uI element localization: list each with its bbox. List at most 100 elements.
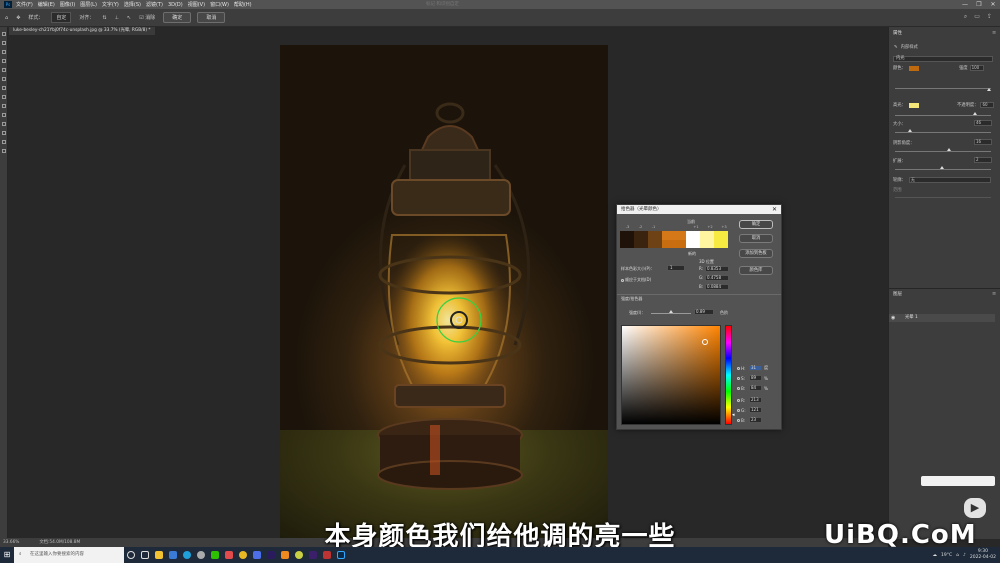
lasso-tool-icon[interactable]: [2, 50, 6, 54]
strength-slider[interactable]: [895, 88, 991, 89]
app-icon-a[interactable]: [222, 547, 236, 563]
weather-icon[interactable]: ☁: [932, 553, 937, 558]
red-radio[interactable]: [737, 398, 740, 402]
layers-menu-icon[interactable]: ≡: [992, 291, 996, 297]
network-icon[interactable]: ⌂: [956, 553, 959, 558]
xyz-r-field[interactable]: 0.8353: [705, 266, 729, 272]
app-icon-c[interactable]: [278, 547, 292, 563]
blue-radio[interactable]: [737, 418, 740, 422]
eye-icon[interactable]: ◉: [891, 314, 895, 322]
antialias-checkbox[interactable]: ☑ 消除: [139, 14, 155, 21]
strength-field[interactable]: 100: [969, 65, 984, 71]
xyz-b-field[interactable]: 0.0884: [705, 284, 729, 290]
clock[interactable]: 9:30 2022-04-02: [970, 549, 996, 561]
home-icon[interactable]: ⌂: [5, 15, 8, 21]
brightness-radio[interactable]: [737, 386, 740, 390]
eraser-tool-icon[interactable]: [2, 95, 6, 99]
swatch-darker-3[interactable]: [620, 231, 634, 248]
pen-tool-icon[interactable]: [2, 113, 6, 117]
hue-slider-knob[interactable]: ◂: [732, 413, 735, 418]
menu-select[interactable]: 选择(S): [124, 1, 141, 8]
hue-slider[interactable]: [725, 325, 732, 425]
fit-document-row[interactable]: 顺应于文档(D): [621, 277, 651, 283]
light-opacity-field[interactable]: 60: [980, 102, 995, 108]
menu-type[interactable]: 文字(Y): [102, 1, 119, 8]
confirm-button[interactable]: 确定: [163, 12, 192, 23]
spread-field[interactable]: 2: [974, 157, 992, 163]
menu-3d[interactable]: 3D(D): [168, 2, 183, 8]
menu-help[interactable]: 帮助(H): [234, 1, 252, 8]
after-effects-icon[interactable]: [264, 547, 278, 563]
swatch-darker-1[interactable]: [648, 231, 662, 248]
intensity-slider[interactable]: [651, 313, 691, 314]
size-slider-knob[interactable]: [908, 129, 912, 132]
settings-icon[interactable]: [194, 547, 208, 563]
share-icon[interactable]: ⇪: [987, 13, 992, 21]
wechat-icon[interactable]: [208, 547, 222, 563]
move-tool-icon[interactable]: [2, 32, 6, 36]
intensity-knob[interactable]: [669, 310, 673, 313]
spread-slider-knob[interactable]: [940, 166, 944, 169]
strength-slider-knob[interactable]: [987, 88, 991, 91]
dialog-cancel-button[interactable]: 取消: [739, 234, 773, 243]
swatch-lighter-1[interactable]: [686, 231, 700, 248]
sample-size-select[interactable]: 1: [667, 265, 685, 271]
swatch-lighter-2[interactable]: [700, 231, 714, 248]
color-swatch[interactable]: [908, 65, 919, 71]
size-field[interactable]: 46: [974, 120, 992, 126]
light-opacity-knob[interactable]: [973, 112, 977, 115]
shape-tool-icon[interactable]: [2, 131, 6, 135]
fit-document-checkbox[interactable]: [621, 278, 624, 282]
workspace-icon[interactable]: ▭: [974, 13, 980, 21]
menu-view[interactable]: 视图(V): [188, 1, 205, 8]
menu-image[interactable]: 图像(I): [60, 1, 75, 8]
red-field[interactable]: 213: [749, 397, 762, 403]
cancel-button[interactable]: 取消: [197, 12, 226, 23]
light-opacity-slider[interactable]: [895, 115, 991, 116]
panel-menu-icon[interactable]: ≡: [992, 30, 996, 36]
stamp-tool-icon[interactable]: [2, 86, 6, 90]
windows-start-icon[interactable]: ⊞: [0, 547, 14, 563]
menu-filter[interactable]: 滤镜(T): [146, 1, 163, 8]
gradient-tool-icon[interactable]: [2, 104, 6, 108]
edge-icon[interactable]: [180, 547, 194, 563]
hue-radio[interactable]: [737, 366, 740, 370]
brush-tool-icon[interactable]: [2, 77, 6, 81]
text-tool-icon[interactable]: [2, 122, 6, 126]
menu-window[interactable]: 窗口(W): [210, 1, 229, 8]
close-icon[interactable]: ✕: [986, 0, 1000, 9]
pin-icon[interactable]: ⊥: [115, 15, 119, 21]
app-icon-b[interactable]: [250, 547, 264, 563]
ime-toolbar[interactable]: [921, 476, 995, 486]
menu-layer[interactable]: 图层(L): [80, 1, 97, 8]
maximize-icon[interactable]: ❐: [972, 0, 986, 9]
green-field[interactable]: 121: [749, 407, 762, 413]
app-icon-e[interactable]: [320, 547, 334, 563]
saturation-field[interactable]: 89: [749, 375, 762, 381]
align-icon[interactable]: ⇅: [102, 15, 106, 21]
media-encoder-icon[interactable]: [306, 547, 320, 563]
search-icon[interactable]: ⌕: [964, 13, 967, 21]
color-libraries-button[interactable]: 颜色库: [739, 266, 773, 275]
marquee-tool-icon[interactable]: [2, 41, 6, 45]
hand-tool-icon[interactable]: [2, 140, 6, 144]
ok-button[interactable]: 确定: [739, 220, 773, 229]
intensity-field[interactable]: 0.89: [694, 309, 714, 315]
volume-icon[interactable]: ♪: [963, 553, 966, 558]
minimize-icon[interactable]: —: [958, 0, 972, 9]
arrow-icon[interactable]: ↖: [127, 15, 131, 21]
shadow-slider-knob[interactable]: [947, 148, 951, 151]
menu-file[interactable]: 文件(F): [16, 1, 33, 8]
mode-select[interactable]: 自定: [51, 12, 72, 23]
widgets-icon[interactable]: [138, 547, 152, 563]
brightness-field[interactable]: 84: [749, 385, 762, 391]
blue-field[interactable]: 23: [749, 417, 762, 423]
zoom-tool-icon[interactable]: [2, 149, 6, 153]
hue-field[interactable]: 31: [749, 365, 762, 371]
task-view-icon[interactable]: [124, 547, 138, 563]
properties-tab[interactable]: ✎ 内部样式: [894, 44, 918, 51]
video-play-icon[interactable]: ▶: [964, 498, 986, 518]
app-icon-d[interactable]: [292, 547, 306, 563]
explorer-icon[interactable]: [152, 547, 166, 563]
store-icon[interactable]: [166, 547, 180, 563]
